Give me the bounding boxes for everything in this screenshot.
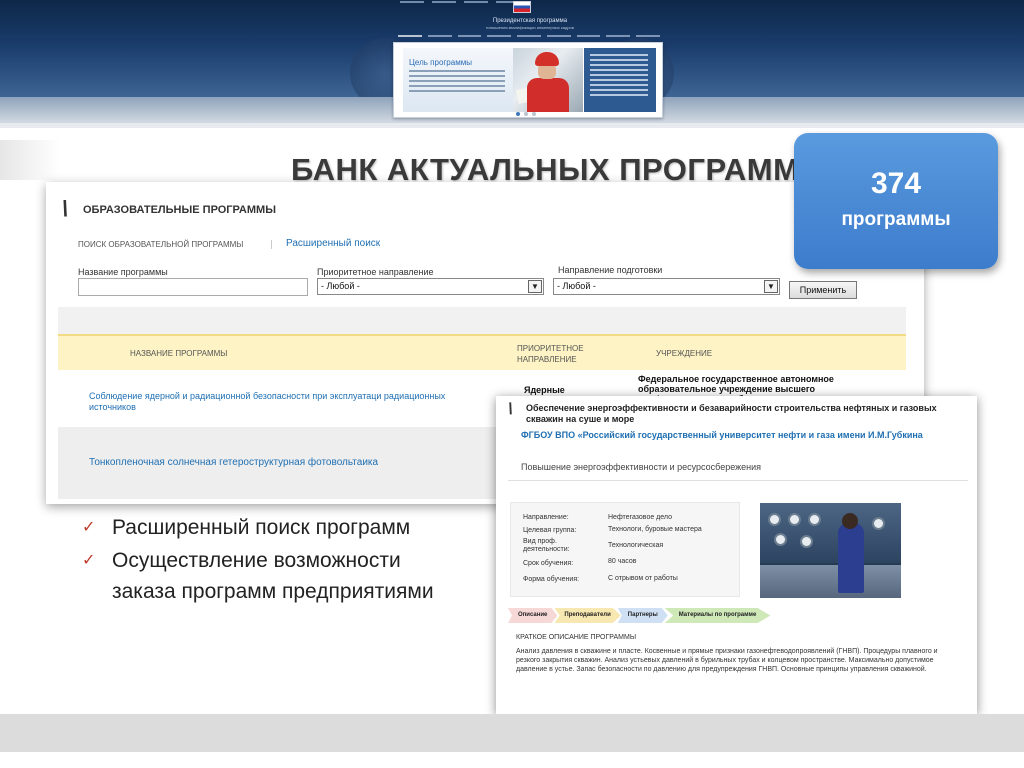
field-key: Вид проф. деятельности: [523,538,570,553]
slide-quote-area [584,48,656,112]
header-divider [0,123,1024,128]
tab-label: Материалы по программе [678,612,757,618]
institution-link[interactable]: ФГБОУ ВПО «Российский государственный ун… [521,430,923,440]
col-institution[interactable]: УЧРЕЖДЕНИЕ [656,349,712,358]
slide-title: Цель программы [409,58,472,67]
site-title: Президентская программа [492,18,568,24]
program-slider[interactable]: Цель программы ‹ › [393,42,663,118]
description-text: Анализ давления в скважине и пласте. Кос… [516,648,938,673]
slide-text-area: Цель программы [403,48,513,112]
advanced-search-link[interactable]: Расширенный поиск [286,238,380,249]
feature-list: ✓ Расширенный поиск программ ✓ Осуществл… [82,512,462,609]
table-header: НАЗВАНИЕ ПРОГРАММЫ ПРИОРИТЕТНОЕ НАПРАВЛЕ… [58,334,906,370]
chevron-down-icon[interactable]: ▼ [764,280,778,293]
top-nav [400,1,520,3]
checkmark-icon: ✓ [82,519,96,536]
tab-teachers[interactable]: Преподаватели [554,608,621,623]
program-link-2[interactable]: Тонкопленочная солнечная гетероструктурн… [89,457,489,468]
tab-label: Партнеры [627,612,658,618]
program-name-label: Название программы [78,267,168,277]
field-key: Направление: [523,514,569,521]
engineer-photo [513,48,583,112]
program-name-input[interactable] [78,278,308,296]
divider [508,480,968,481]
training-photo [760,503,901,598]
col-priority[interactable]: ПРИОРИТЕТНОЕ НАПРАВЛЕНИЕ [517,343,597,365]
site-subtitle: повышения квалификации инженерных кадров [486,25,574,30]
program-category: Повышение энергоэффективности и ресурсос… [521,462,762,472]
section-marker-icon: \ [506,401,514,418]
site-header-screenshot: Президентская программа повышения квалиф… [0,0,1024,128]
tab-label: Описание [518,612,548,618]
field-value: С отрывом от работы [608,575,678,582]
priority-select[interactable]: - Любой - ▼ [317,278,544,295]
priority-value: - Любой - [321,281,360,291]
footer-strip [0,714,1024,752]
program-title: Обеспечение энергоэффективности и безава… [526,403,937,424]
russian-flag-icon [513,1,531,13]
catalog-title: ОБРАЗОВАТЕЛЬНЫЕ ПРОГРАММЫ [83,204,276,216]
checkmark-icon: ✓ [82,552,96,569]
direction-label: Направление подготовки [558,265,663,275]
slider-prev-icon[interactable]: ‹ [396,76,402,84]
divider [271,240,272,249]
col-program-name[interactable]: НАЗВАНИЕ ПРОГРАММЫ [130,349,227,358]
tab-description[interactable]: Описание [508,608,558,623]
program-count: 374 [870,167,922,200]
bullet-text: Осуществление возможности заказа програм… [112,549,434,603]
section-marker-icon: \ [60,196,70,221]
row-1-priority: Ядерные [524,385,565,395]
detail-tabs: Описание Преподаватели Партнеры Материал… [508,608,771,624]
search-section-label: ПОИСК ОБРАЗОВАТЕЛЬНОЙ ПРОГРАММЫ [78,240,244,249]
chevron-down-icon[interactable]: ▼ [528,280,542,293]
main-nav [398,33,661,39]
program-link-1[interactable]: Соблюдение ядерной и радиационной безопа… [89,391,469,413]
slider-next-icon[interactable]: › [656,76,662,84]
program-count-label: программы [841,209,951,230]
priority-label: Приоритетное направление [317,267,434,277]
tab-materials[interactable]: Материалы по программе [664,608,771,623]
program-count-badge: 374 программы [794,133,998,269]
program-info-box: Направление: Нефтегазовое дело Целевая г… [510,502,740,597]
field-value: 80 часов [608,558,637,565]
list-item: ✓ Расширенный поиск программ [82,512,462,543]
field-value: Технологическая [608,542,664,549]
field-value: Технологи, буровые мастера [608,526,702,533]
bullet-text: Расширенный поиск программ [112,516,411,539]
list-item: ✓ Осуществление возможности заказа прогр… [82,545,462,607]
tab-label: Преподаватели [564,612,611,618]
field-key: Целевая группа: [523,527,577,534]
program-detail-screenshot: \ Обеспечение энергоэффективности и беза… [496,396,977,714]
apply-button[interactable]: Применить [789,281,857,299]
field-value: Нефтегазовое дело [608,514,672,521]
slider-dots[interactable] [516,112,536,116]
description-heading: КРАТКОЕ ОПИСАНИЕ ПРОГРАММЫ [516,634,637,641]
field-key: Срок обучения: [523,560,574,567]
tab-partners[interactable]: Партнеры [617,608,668,623]
shade-decoration [0,140,60,180]
filter-bar-bottom [58,307,906,337]
direction-value: - Любой - [557,281,596,291]
direction-select[interactable]: - Любой - ▼ [553,278,780,295]
field-key: Форма обучения: [523,576,580,583]
